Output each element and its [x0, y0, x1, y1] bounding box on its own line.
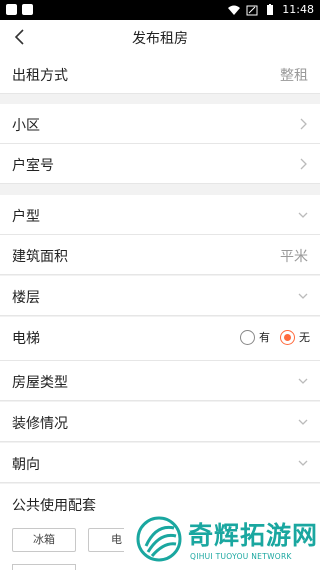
orientation-label: 朝向	[12, 457, 40, 473]
page-title: 发布租房	[132, 31, 188, 47]
chevron-right-icon	[300, 118, 307, 130]
chevron-down-icon	[298, 460, 308, 466]
watermark-subtitle: QIHUI TUOYOU NETWORK	[190, 552, 292, 561]
layout-label: 户型	[12, 209, 40, 225]
house-type-label: 房屋类型	[12, 375, 68, 391]
notification-icon-2	[22, 4, 33, 15]
room-number-row[interactable]: 户室号	[0, 144, 320, 184]
nav-bar: 发布租房	[0, 20, 320, 54]
community-row[interactable]: 小区	[0, 104, 320, 144]
room-number-label: 户室号	[12, 158, 54, 174]
elevator-row: 电梯 有 无	[0, 317, 320, 361]
orientation-row[interactable]: 朝向	[0, 443, 320, 483]
floor-row[interactable]: 楼层	[0, 276, 320, 316]
decoration-row[interactable]: 装修情况	[0, 402, 320, 442]
wifi-icon	[228, 5, 241, 15]
watermark-name: 奇辉拓游网	[188, 521, 319, 550]
status-left-icons	[6, 4, 33, 15]
chevron-right-icon	[300, 158, 307, 170]
layout-row[interactable]: 户型	[0, 195, 320, 235]
decoration-label: 装修情况	[12, 416, 68, 432]
battery-icon	[267, 3, 274, 15]
elevator-no-label[interactable]: 无	[299, 329, 310, 345]
status-right: 11:48	[228, 3, 314, 16]
facility-chip-row2[interactable]	[12, 564, 76, 570]
community-label: 小区	[12, 118, 40, 134]
watermark: 奇辉拓游网 QIHUI TUOYOU NETWORK	[124, 508, 320, 570]
signal-icon	[246, 5, 258, 15]
status-bar: 11:48	[0, 0, 320, 20]
rent-mode-label: 出租方式	[12, 68, 68, 84]
facility-chip-fridge[interactable]: 冰箱	[12, 528, 76, 552]
area-label: 建筑面积	[12, 249, 68, 265]
notification-icon	[6, 4, 17, 15]
rent-mode-value: 整租	[280, 68, 308, 84]
floor-label: 楼层	[12, 290, 40, 306]
rent-mode-row[interactable]: 出租方式 整租	[0, 54, 320, 94]
facilities-label: 公共使用配套	[12, 498, 96, 514]
house-type-row[interactable]: 房屋类型	[0, 361, 320, 401]
elevator-yes-radio[interactable]	[240, 329, 255, 345]
chevron-down-icon	[298, 293, 308, 299]
chevron-down-icon	[298, 378, 308, 384]
elevator-label: 电梯	[12, 331, 40, 347]
watermark-logo-icon	[136, 516, 182, 562]
status-time: 11:48	[282, 3, 314, 16]
elevator-options: 有 无	[240, 329, 310, 345]
area-row[interactable]: 建筑面积 平米	[0, 235, 320, 275]
elevator-yes-label[interactable]: 有	[259, 329, 270, 345]
chevron-down-icon	[298, 419, 308, 425]
chevron-down-icon	[298, 212, 308, 218]
elevator-no-radio[interactable]	[280, 329, 295, 345]
area-unit: 平米	[280, 249, 308, 265]
